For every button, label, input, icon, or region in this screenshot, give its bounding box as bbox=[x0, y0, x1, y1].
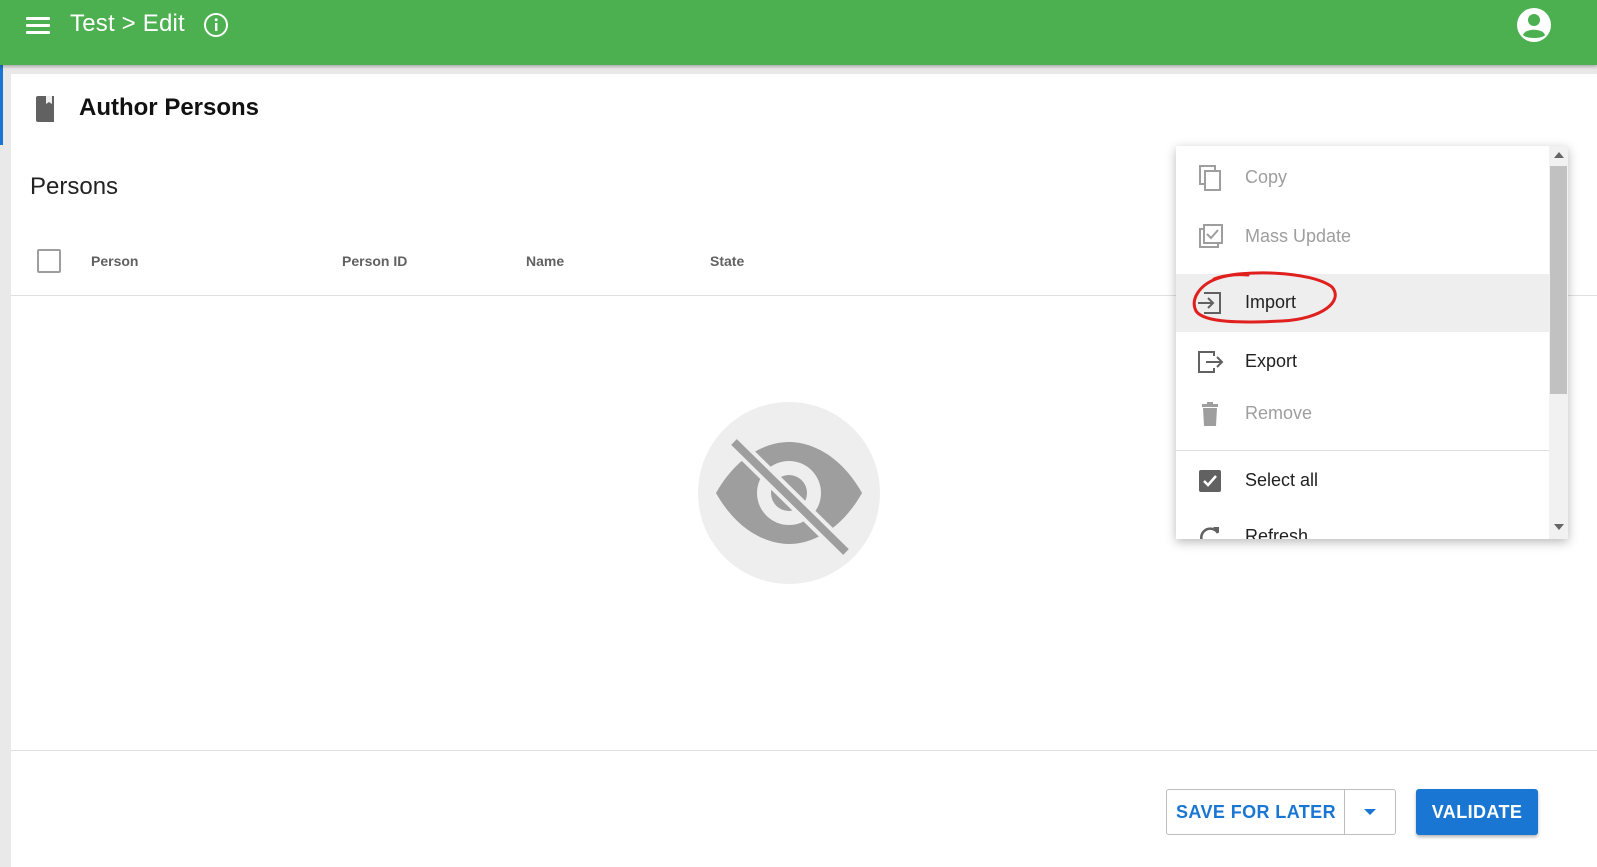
menu-item-select-all[interactable]: Select all bbox=[1176, 452, 1549, 510]
menu-item-mass-update[interactable]: Mass Update bbox=[1176, 208, 1549, 266]
app-bar: Test > Edit bbox=[0, 0, 1597, 65]
footer-divider bbox=[11, 750, 1597, 751]
export-icon bbox=[1198, 351, 1224, 373]
trash-icon bbox=[1202, 402, 1218, 426]
card-heading: Author Persons bbox=[79, 94, 260, 121]
menu-item-label: Mass Update bbox=[1245, 226, 1352, 246]
menu-item-label: Select all bbox=[1245, 470, 1319, 490]
column-header-name[interactable]: Name bbox=[526, 253, 564, 269]
menu-icon[interactable] bbox=[24, 14, 52, 38]
menu-item-import[interactable]: Import bbox=[1176, 274, 1549, 332]
menu-item-copy[interactable]: Copy bbox=[1176, 149, 1549, 207]
menu-item-remove[interactable]: Remove bbox=[1176, 385, 1549, 443]
info-icon[interactable] bbox=[203, 12, 229, 38]
context-menu: Copy Mass Update Import Export Remove Se… bbox=[1176, 146, 1568, 539]
menu-item-label: Import bbox=[1245, 292, 1297, 312]
scroll-down-arrow[interactable] bbox=[1554, 524, 1564, 530]
validate-button[interactable]: VALIDATE bbox=[1416, 789, 1538, 835]
left-edge-accent bbox=[0, 65, 3, 145]
account-icon[interactable] bbox=[1516, 7, 1552, 43]
caret-down-icon bbox=[1364, 809, 1376, 815]
menu-item-label: Refresh bbox=[1245, 526, 1309, 539]
page-title: Test > Edit bbox=[70, 10, 185, 37]
column-header-person-id[interactable]: Person ID bbox=[342, 253, 407, 269]
menu-scrollbar-thumb[interactable] bbox=[1550, 166, 1567, 394]
menu-item-export[interactable]: Export bbox=[1176, 333, 1549, 391]
menu-divider bbox=[1176, 450, 1549, 451]
menu-item-label: Export bbox=[1245, 351, 1298, 371]
save-options-dropdown[interactable] bbox=[1344, 789, 1396, 835]
copy-icon bbox=[1199, 165, 1221, 191]
column-header-state[interactable]: State bbox=[710, 253, 744, 269]
refresh-icon bbox=[1200, 527, 1220, 539]
select-all-checkbox[interactable] bbox=[37, 249, 61, 273]
empty-state bbox=[698, 402, 880, 584]
menu-item-label: Copy bbox=[1245, 167, 1288, 187]
import-icon bbox=[1198, 292, 1221, 314]
mass-update-icon bbox=[1199, 224, 1223, 248]
scroll-up-arrow[interactable] bbox=[1554, 152, 1564, 158]
column-header-person[interactable]: Person bbox=[91, 253, 138, 269]
checkbox-checked-icon bbox=[1199, 470, 1221, 492]
menu-item-label: Remove bbox=[1245, 403, 1313, 423]
save-for-later-button[interactable]: SAVE FOR LATER bbox=[1166, 789, 1345, 835]
book-icon bbox=[36, 96, 54, 122]
visibility-off-icon bbox=[716, 436, 862, 558]
section-title: Persons bbox=[30, 173, 119, 200]
menu-item-refresh[interactable]: Refresh bbox=[1176, 508, 1549, 539]
